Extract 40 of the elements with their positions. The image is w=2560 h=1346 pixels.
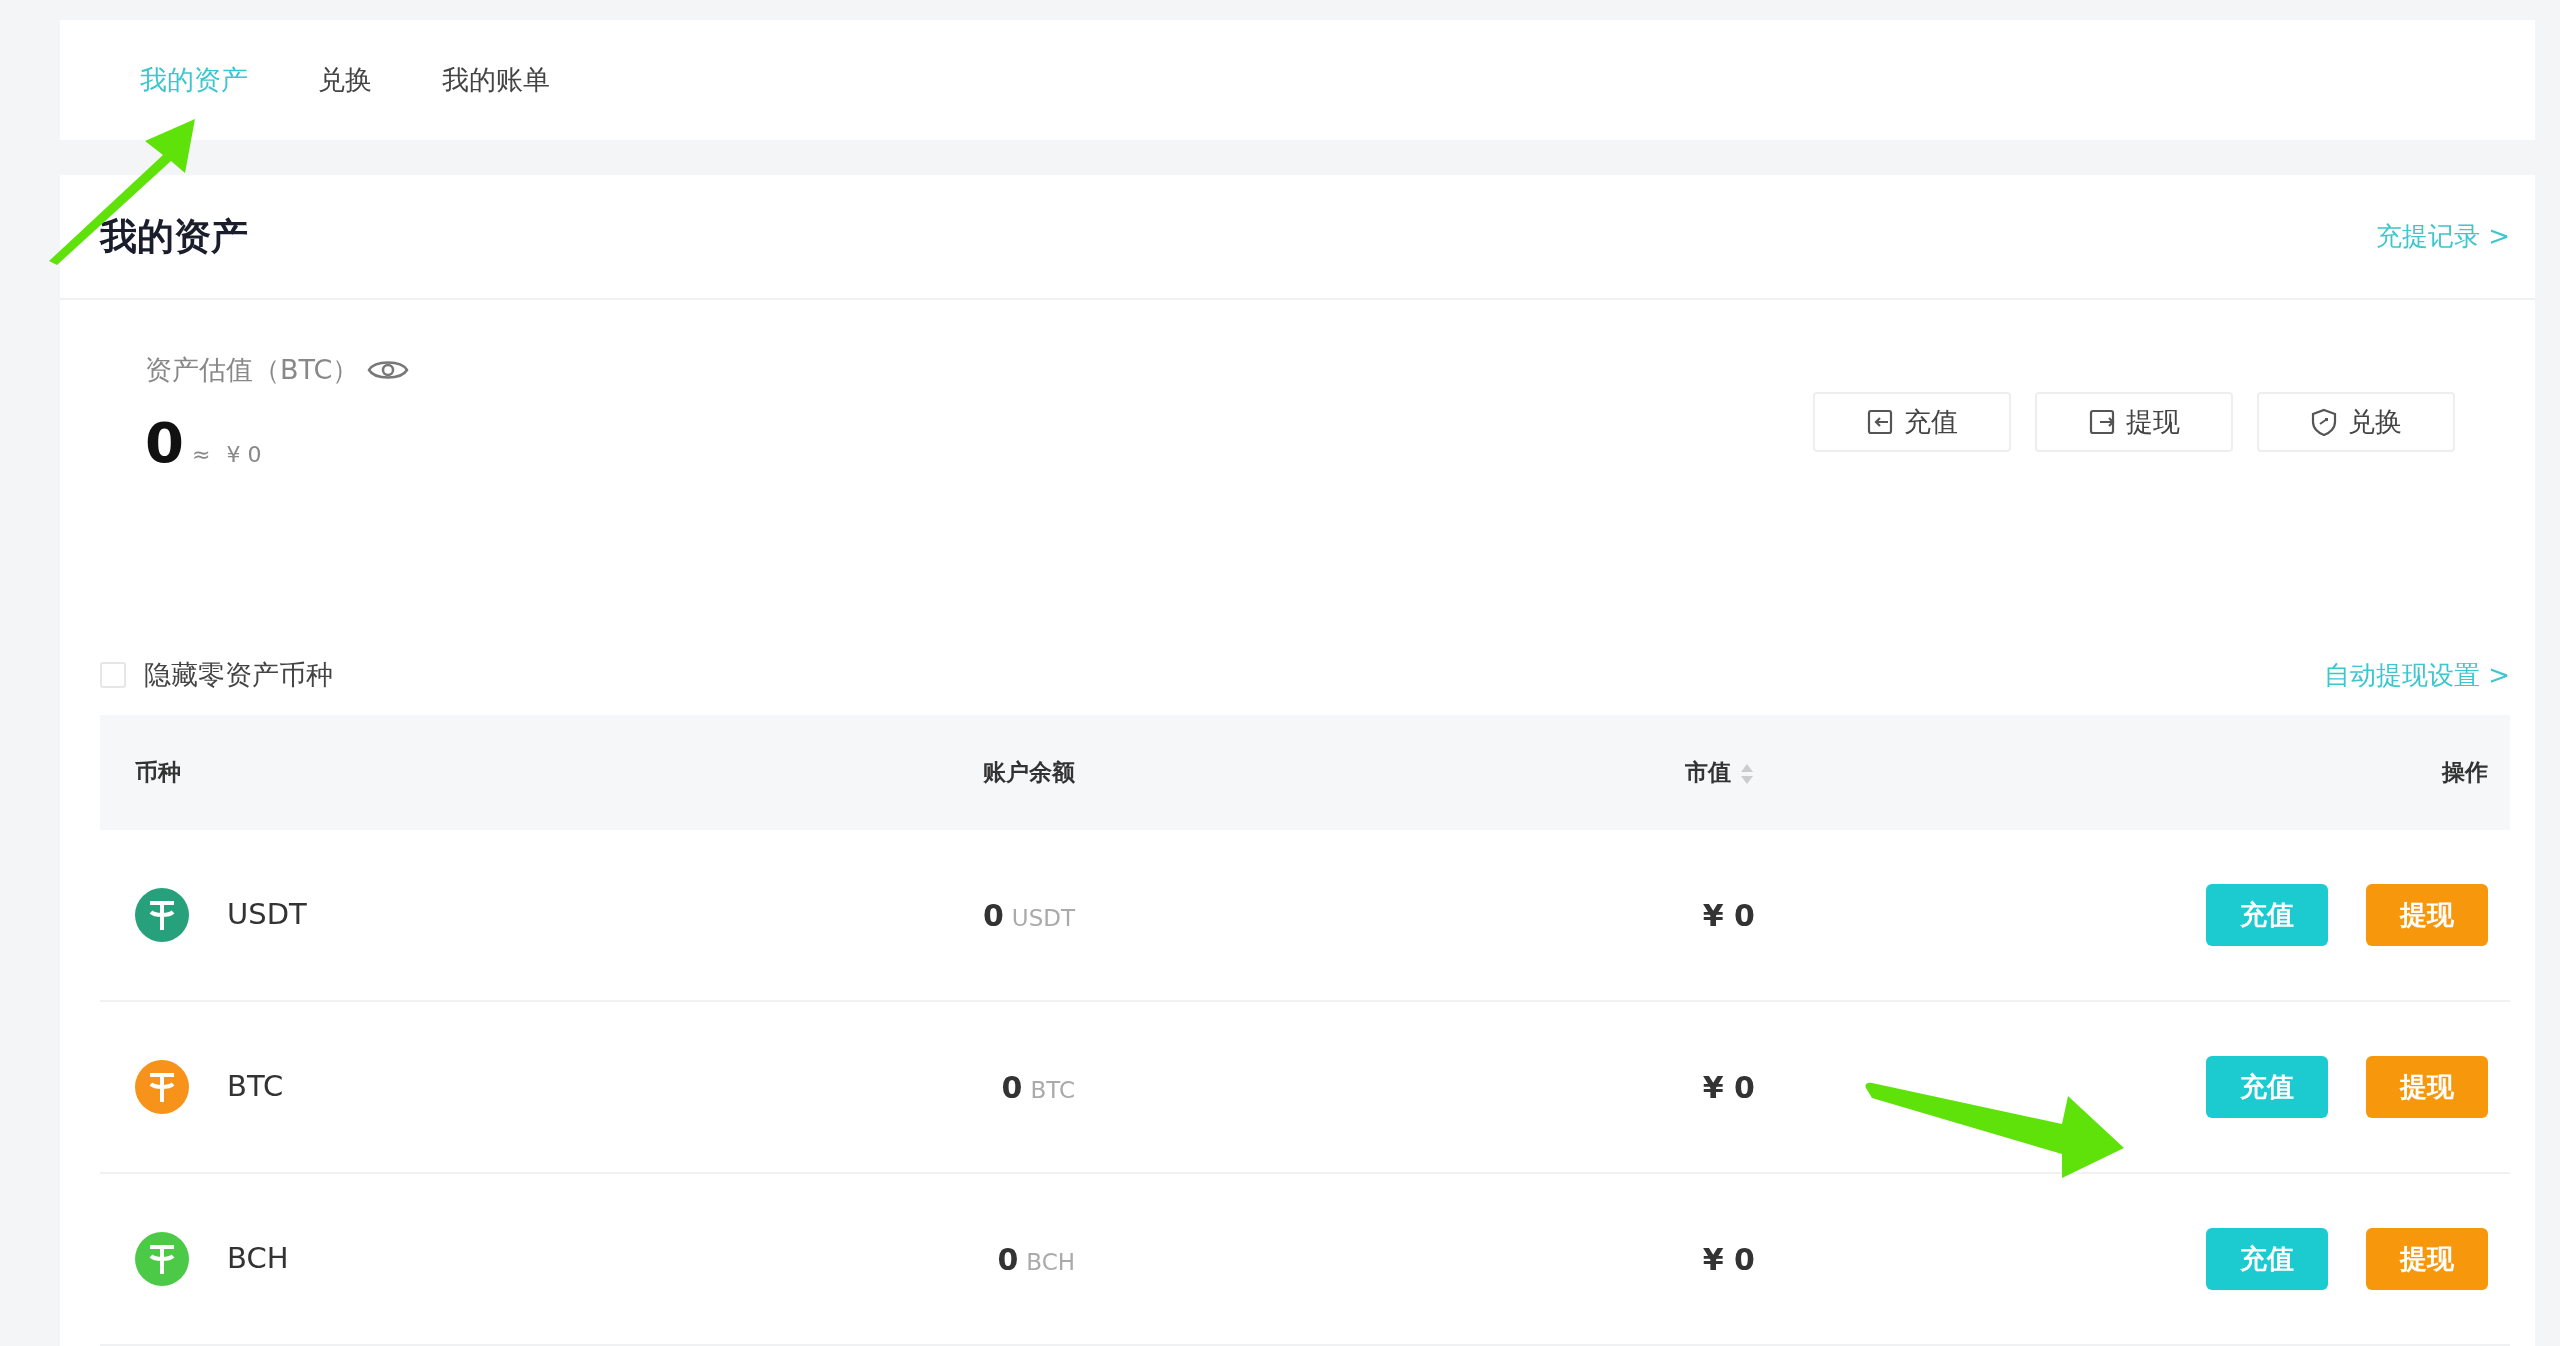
tab[interactable]: 我的账单: [442, 59, 550, 101]
deposit-button[interactable]: 充值: [2206, 1056, 2328, 1118]
checkbox[interactable]: [100, 662, 126, 688]
records-link[interactable]: 充提记录 >: [2375, 217, 2510, 256]
tab[interactable]: 兑换: [318, 59, 372, 101]
column-header: 币种: [135, 759, 181, 786]
coin-name: BTC: [227, 1068, 284, 1106]
action-button[interactable]: 充值: [1813, 392, 2011, 452]
shield-icon: [2310, 408, 2338, 436]
checkbox-label: 隐藏零资产币种: [144, 657, 333, 692]
column-header: 操作: [2442, 759, 2488, 786]
tab[interactable]: 我的资产: [140, 59, 248, 101]
withdraw-icon: [2088, 408, 2116, 436]
approx-sign: ≈: [191, 440, 211, 469]
coin-icon: [135, 1060, 189, 1114]
withdraw-button[interactable]: 提现: [2366, 1228, 2488, 1290]
deposit-button[interactable]: 充值: [2206, 884, 2328, 946]
balance-amount: 0 BTC: [1001, 1068, 1075, 1107]
balance-amount: 0 USDT: [982, 896, 1075, 935]
coin-icon: [135, 1232, 189, 1286]
withdraw-button[interactable]: 提现: [2366, 1056, 2488, 1118]
auto-withdraw-link[interactable]: 自动提现设置 >: [2323, 655, 2510, 695]
withdraw-button[interactable]: 提现: [2366, 884, 2488, 946]
coin-name: USDT: [227, 896, 307, 934]
column-header: 账户余额: [983, 759, 1075, 786]
fiat-value: ¥ 0: [226, 440, 262, 469]
market-value: ¥ 0: [1702, 1241, 1755, 1277]
valuation-amount: 0: [145, 414, 184, 471]
market-value: ¥ 0: [1702, 897, 1755, 933]
market-value: ¥ 0: [1702, 1069, 1755, 1105]
action-button[interactable]: 提现: [2035, 392, 2233, 452]
page-title: 我的资产: [100, 213, 248, 260]
deposit-icon: [1866, 408, 1894, 436]
action-button[interactable]: 兑换: [2257, 392, 2455, 452]
deposit-button[interactable]: 充值: [2206, 1228, 2328, 1290]
coin-name: BCH: [227, 1240, 289, 1278]
balance-amount: 0 BCH: [997, 1240, 1075, 1279]
column-header: 市值: [1685, 759, 1731, 786]
valuation-label: 资产估值（BTC）: [145, 353, 360, 387]
coin-icon: [135, 888, 189, 942]
